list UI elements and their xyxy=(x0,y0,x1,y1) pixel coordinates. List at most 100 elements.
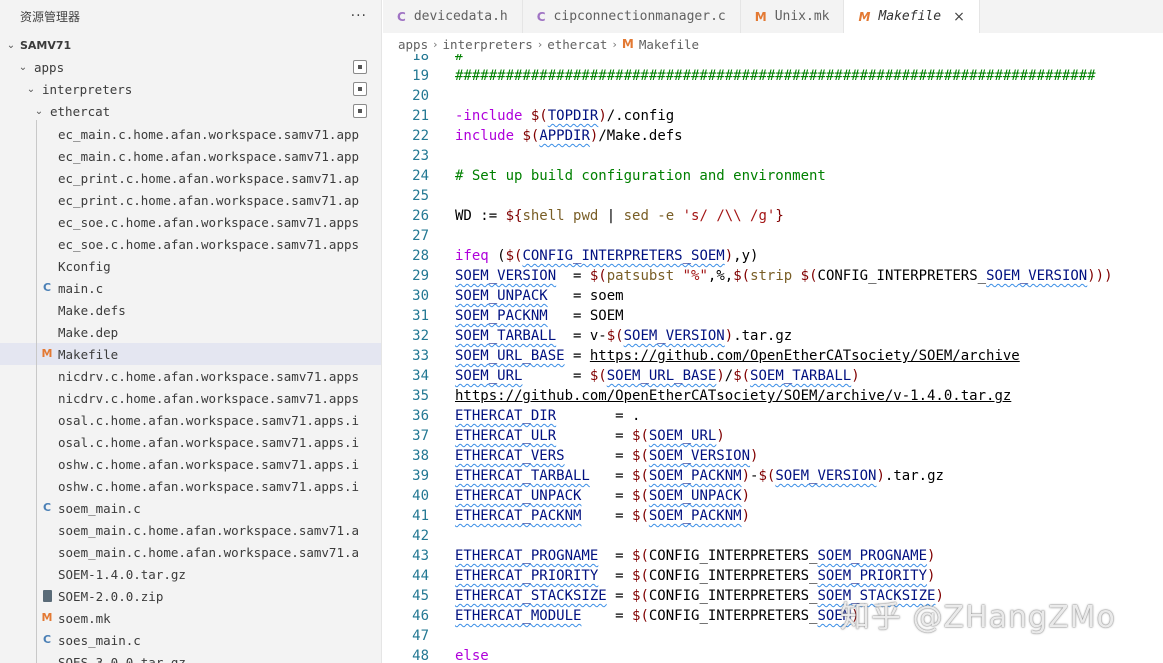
file-item[interactable]: ec_print.c.home.afan.workspace.samv71.ap xyxy=(0,167,381,189)
tree-folder-ethercat[interactable]: ⌄ ethercat xyxy=(0,100,381,122)
file-icon xyxy=(40,369,54,383)
file-item[interactable]: SOEM-1.4.0.tar.gz xyxy=(0,563,381,585)
code-editor[interactable]: 18 #19 ###################################… xyxy=(383,54,1163,663)
code-line: 39 ETHERCAT_TARBALL = $(SOEM_PACKNM)-$(SO… xyxy=(383,466,1163,486)
ellipsis-icon[interactable]: ··· xyxy=(351,8,367,24)
file-icon xyxy=(40,479,54,493)
chevron-right-icon: › xyxy=(612,37,617,51)
tab-makefile[interactable]: M Makefile × xyxy=(844,0,980,33)
code-text: SOEM_URL_BASE = https://github.com/OpenE… xyxy=(455,348,1020,364)
file-item[interactable]: ec_print.c.home.afan.workspace.samv71.ap xyxy=(0,189,381,211)
code-text: -include $(TOPDIR)/.config xyxy=(455,108,675,124)
line-number: 20 xyxy=(412,88,429,104)
file-icon xyxy=(40,171,54,185)
line-number: 41 xyxy=(412,508,429,524)
file-item[interactable]: Msoem.mk xyxy=(0,607,381,629)
file-item[interactable]: ec_main.c.home.afan.workspace.samv71.app xyxy=(0,145,381,167)
file-item[interactable]: nicdrv.c.home.afan.workspace.samv71.apps xyxy=(0,387,381,409)
file-name: soem_main.c xyxy=(58,500,141,516)
file-item[interactable]: oshw.c.home.afan.workspace.samv71.apps.i xyxy=(0,475,381,497)
code-text: ETHERCAT_ULR = $(SOEM_URL) xyxy=(455,428,725,444)
file-item[interactable]: oshw.c.home.afan.workspace.samv71.apps.i xyxy=(0,453,381,475)
indent-guide xyxy=(36,120,37,663)
file-item[interactable]: ec_soe.c.home.afan.workspace.samv71.apps xyxy=(0,211,381,233)
line-number: 39 xyxy=(412,468,429,484)
code-text: SOEM_VERSION = $(patsubst "%",%,$(strip … xyxy=(455,268,1113,284)
file-item[interactable]: Make.dep xyxy=(0,321,381,343)
breadcrumb-item-ethercat[interactable]: ethercat xyxy=(547,37,607,52)
code-text: ETHERCAT_PRIORITY = $(CONFIG_INTERPRETER… xyxy=(455,568,936,584)
file-item[interactable]: osal.c.home.afan.workspace.samv71.apps.i xyxy=(0,431,381,453)
file-icon xyxy=(40,237,54,251)
code-line: 28 ifeq ($(CONFIG_INTERPRETERS_SOEM),y) xyxy=(383,246,1163,266)
editor-tab-bar: Cdevicedata.h Ccipconnectionmanager.c M Uni… xyxy=(383,0,1163,33)
code-line: 22 include $(APPDIR)/Make.defs xyxy=(383,126,1163,146)
close-icon[interactable]: × xyxy=(953,9,965,25)
file-item[interactable]: Make.defs xyxy=(0,299,381,321)
tree-root-label: SAMV71 xyxy=(20,38,72,52)
makefile-icon: M xyxy=(754,9,767,24)
file-item[interactable]: soem_main.c.home.afan.workspace.samv71.a xyxy=(0,541,381,563)
explorer-sidebar: 资源管理器 ··· ⌄ SAMV71 ⌄ apps ⌄ interpreters… xyxy=(0,0,382,663)
file-icon xyxy=(40,193,54,207)
file-item[interactable]: M Makefile xyxy=(0,343,381,365)
code-line: 43 ETHERCAT_PROGNAME = $(CONFIG_INTERPRET… xyxy=(383,546,1163,566)
line-number: 18 xyxy=(412,54,429,64)
file-item[interactable]: osal.c.home.afan.workspace.samv71.apps.i xyxy=(0,409,381,431)
line-number: 37 xyxy=(412,428,429,444)
collapse-folder-icon[interactable] xyxy=(353,82,367,96)
file-item[interactable]: Cmain.c xyxy=(0,277,381,299)
file-icon xyxy=(40,523,54,537)
file-name: ec_print.c.home.afan.workspace.samv71.ap xyxy=(58,192,360,208)
file-name: SOEM-1.4.0.tar.gz xyxy=(58,566,186,582)
file-icon xyxy=(40,149,54,163)
code-line: 45 ETHERCAT_STACKSIZE = $(CONFIG_INTERPRE… xyxy=(383,586,1163,606)
explorer-title: 资源管理器 xyxy=(20,9,81,24)
tab-devicedata-h[interactable]: Cdevicedata.h xyxy=(383,0,523,33)
line-number: 24 xyxy=(412,168,429,184)
tab-unix-mk[interactable]: M Unix.mk xyxy=(741,0,845,33)
code-text: include $(APPDIR)/Make.defs xyxy=(455,128,683,144)
code-text: # xyxy=(455,54,464,64)
tab-cipconnectionmanager-c[interactable]: Ccipconnectionmanager.c xyxy=(523,0,741,33)
code-line: 41 ETHERCAT_PACKNM = $(SOEM_PACKNM) xyxy=(383,506,1163,526)
file-item[interactable]: ec_main.c.home.afan.workspace.samv71.app xyxy=(0,123,381,145)
chevron-down-icon: ⌄ xyxy=(26,83,36,95)
tree-folder-apps[interactable]: ⌄ apps xyxy=(0,56,381,78)
file-item[interactable]: nicdrv.c.home.afan.workspace.samv71.apps xyxy=(0,365,381,387)
tree-root-samv71[interactable]: ⌄ SAMV71 xyxy=(0,34,381,56)
breadcrumb-item-makefile[interactable]: Makefile xyxy=(639,37,699,52)
line-number: 34 xyxy=(412,368,429,384)
file-name: oshw.c.home.afan.workspace.samv71.apps.i xyxy=(58,478,360,494)
file-item[interactable]: Csoes_main.c xyxy=(0,629,381,651)
file-name: ec_main.c.home.afan.workspace.samv71.app xyxy=(58,126,360,142)
tree-folder-interpreters[interactable]: ⌄ interpreters xyxy=(0,78,381,100)
file-name: Makefile xyxy=(58,346,119,362)
makefile-icon: M xyxy=(621,37,634,51)
tab-label: Unix.mk xyxy=(774,9,830,24)
file-item[interactable]: SOES-3.0.0.tar.gz xyxy=(0,651,381,663)
code-line: 29 SOEM_VERSION = $(patsubst "%",%,$(stri… xyxy=(383,266,1163,286)
code-line: 31 SOEM_PACKNM = SOEM xyxy=(383,306,1163,326)
collapse-folder-icon[interactable] xyxy=(353,104,367,118)
file-item[interactable]: SOEM-2.0.0.zip xyxy=(0,585,381,607)
code-line: 48 else xyxy=(383,646,1163,663)
line-number: 32 xyxy=(412,328,429,344)
breadcrumb: apps › interpreters › ethercat › M Makef… xyxy=(398,34,699,54)
line-number: 30 xyxy=(412,288,429,304)
breadcrumb-item-interpreters[interactable]: interpreters xyxy=(443,37,533,52)
c-file-icon: C xyxy=(397,9,406,24)
file-item[interactable]: ec_soe.c.home.afan.workspace.samv71.apps xyxy=(0,233,381,255)
code-text: https://github.com/OpenEtherCATsociety/S… xyxy=(455,388,1012,404)
code-text: # Set up build configuration and environ… xyxy=(455,168,826,184)
file-name: oshw.c.home.afan.workspace.samv71.apps.i xyxy=(58,456,360,472)
collapse-folder-icon[interactable] xyxy=(353,60,367,74)
file-item[interactable]: soem_main.c.home.afan.workspace.samv71.a xyxy=(0,519,381,541)
code-line: 25 xyxy=(383,186,1163,206)
file-name: soes_main.c xyxy=(58,632,141,648)
file-item[interactable]: Csoem_main.c xyxy=(0,497,381,519)
code-line: 34 SOEM_URL = $(SOEM_URL_BASE)/$(SOEM_TAR… xyxy=(383,366,1163,386)
breadcrumb-item-apps[interactable]: apps xyxy=(398,37,428,52)
file-icon xyxy=(40,391,54,405)
file-item[interactable]: Kconfig xyxy=(0,255,381,277)
